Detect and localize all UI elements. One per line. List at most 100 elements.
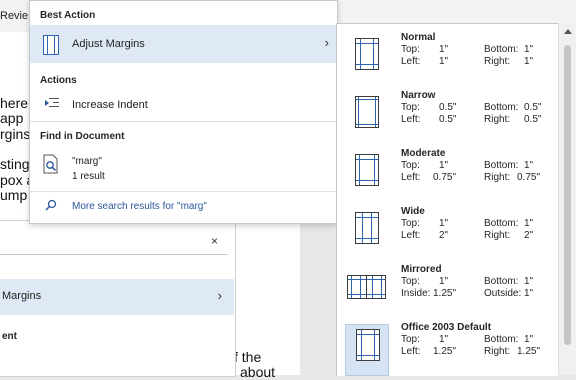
document-text: ump (0, 187, 28, 203)
margins-icon (43, 35, 59, 55)
value-right: 1.25" (517, 346, 541, 357)
value-bottom: 1" (524, 276, 534, 287)
value-left: 2" (439, 230, 449, 241)
margin-preview-icon (345, 92, 387, 142)
label-right: Right: (484, 230, 511, 241)
label-left: Left: (401, 56, 421, 67)
scroll-thumb[interactable] (564, 45, 571, 345)
label-top: Top: (401, 44, 420, 55)
chevron-right-icon: › (324, 35, 329, 50)
value-left: 0.75" (433, 172, 457, 183)
label-bottom: Bottom: (484, 44, 519, 55)
value-top: 0.5" (439, 102, 457, 113)
best-action-heading: Best Action (40, 10, 96, 21)
adjust-margins-row[interactable]: Margins › (0, 279, 234, 315)
label-outside: Outside: (484, 288, 522, 299)
value-bottom: 1" (524, 218, 534, 229)
scroll-up-icon[interactable] (564, 29, 572, 34)
label-right: Right: (484, 114, 511, 125)
adjust-margins-button[interactable]: Adjust Margins › (30, 25, 337, 63)
increase-indent-icon (45, 97, 59, 109)
label-right: Right: (484, 56, 511, 67)
result-count: 1 result (72, 171, 105, 182)
adjust-margins-label: Margins (2, 290, 42, 302)
value-left: 1" (439, 56, 449, 67)
value-right: 2" (524, 230, 534, 241)
label-right: Right: (484, 172, 511, 183)
margin-option-mirrored[interactable]: Mirrored Top: 1" Bottom: 1" Inside: 1.25… (337, 264, 559, 322)
margin-option-wide[interactable]: Wide Top: 1" Bottom: 1" Left: 2" Right: … (337, 206, 559, 264)
value-bottom: 1" (524, 334, 534, 345)
label-top: Top: (401, 160, 420, 171)
chevron-right-icon: › (217, 288, 222, 303)
more-search-results-link[interactable]: More search results for "marg" (30, 196, 337, 218)
margin-preview-icon (345, 266, 387, 316)
margins-gallery: Normal Top: 1" Bottom: 1" Left: 1" Right… (336, 23, 559, 376)
search-pane: × Margins › ent (0, 220, 236, 377)
gallery-scrollbar[interactable] (558, 23, 576, 375)
margin-option-title: Office 2003 Default (401, 322, 492, 333)
margin-option-title: Mirrored (401, 264, 442, 275)
search-results-menu: Best Action Adjust Margins › Actions Inc… (29, 0, 338, 224)
clear-search-icon[interactable]: × (211, 234, 218, 248)
value-left: 0.5" (439, 114, 457, 125)
document-text: about (240, 364, 276, 380)
label-top: Top: (401, 276, 420, 287)
search-input[interactable]: × (0, 226, 228, 255)
more-search-results-label: More search results for "marg" (72, 201, 207, 212)
value-outside: 1" (524, 288, 534, 299)
label-bottom: Bottom: (484, 218, 519, 229)
adjust-margins-label: Adjust Margins (72, 38, 145, 50)
document-text: here (0, 95, 29, 111)
label-left: Left: (401, 346, 421, 357)
label-top: Top: (401, 102, 420, 113)
value-top: 1" (439, 334, 449, 345)
value-bottom: 1" (524, 160, 534, 171)
value-right: 0.75" (517, 172, 541, 183)
value-right: 1" (524, 56, 534, 67)
document-text: rgins (0, 126, 31, 142)
value-bottom: 1" (524, 44, 534, 55)
margin-option-moderate[interactable]: Moderate Top: 1" Bottom: 1" Left: 0.75" … (337, 148, 559, 206)
document-text: app (0, 110, 24, 126)
label-top: Top: (401, 334, 420, 345)
document-text: sting (0, 156, 30, 172)
margin-option-title: Narrow (401, 90, 436, 101)
value-top: 1" (439, 218, 449, 229)
label-right: Right: (484, 346, 511, 357)
value-bottom: 0.5" (524, 102, 542, 113)
margin-option-normal[interactable]: Normal Top: 1" Bottom: 1" Left: 1" Right… (337, 32, 559, 90)
tab-review[interactable]: Revie (0, 10, 28, 22)
value-left: 1.25" (433, 346, 457, 357)
label-bottom: Bottom: (484, 160, 519, 171)
document-text: f the (234, 349, 262, 365)
section-heading: ent (2, 331, 17, 342)
divider (30, 121, 337, 122)
document-search-icon[interactable] (43, 154, 59, 174)
value-top: 1" (439, 160, 449, 171)
margin-preview-icon (345, 150, 387, 200)
label-bottom: Bottom: (484, 102, 519, 113)
label-left: Left: (401, 172, 421, 183)
find-in-document-heading: Find in Document (40, 131, 125, 142)
label-bottom: Bottom: (484, 334, 519, 345)
margin-option-narrow[interactable]: Narrow Top: 0.5" Bottom: 0.5" Left: 0.5"… (337, 90, 559, 148)
value-right: 0.5" (524, 114, 542, 125)
margin-preview-icon (345, 324, 389, 376)
search-query[interactable]: "marg" (72, 156, 102, 167)
increase-indent-button[interactable]: Increase Indent (30, 93, 337, 115)
margin-option-title: Wide (401, 206, 425, 217)
label-top: Top: (401, 218, 420, 229)
actions-heading: Actions (40, 75, 77, 86)
margin-option-title: Normal (401, 32, 436, 43)
search-icon (45, 199, 57, 214)
divider (30, 191, 337, 192)
value-top: 1" (439, 44, 449, 55)
increase-indent-label: Increase Indent (72, 99, 148, 111)
label-left: Left: (401, 114, 421, 125)
value-inside: 1.25" (433, 288, 457, 299)
margin-preview-icon (345, 34, 387, 84)
margin-option-office-2003-default[interactable]: Office 2003 Default Top: 1" Bottom: 1" L… (337, 322, 559, 380)
margin-option-title: Moderate (401, 148, 446, 159)
label-inside: Inside: (401, 288, 431, 299)
